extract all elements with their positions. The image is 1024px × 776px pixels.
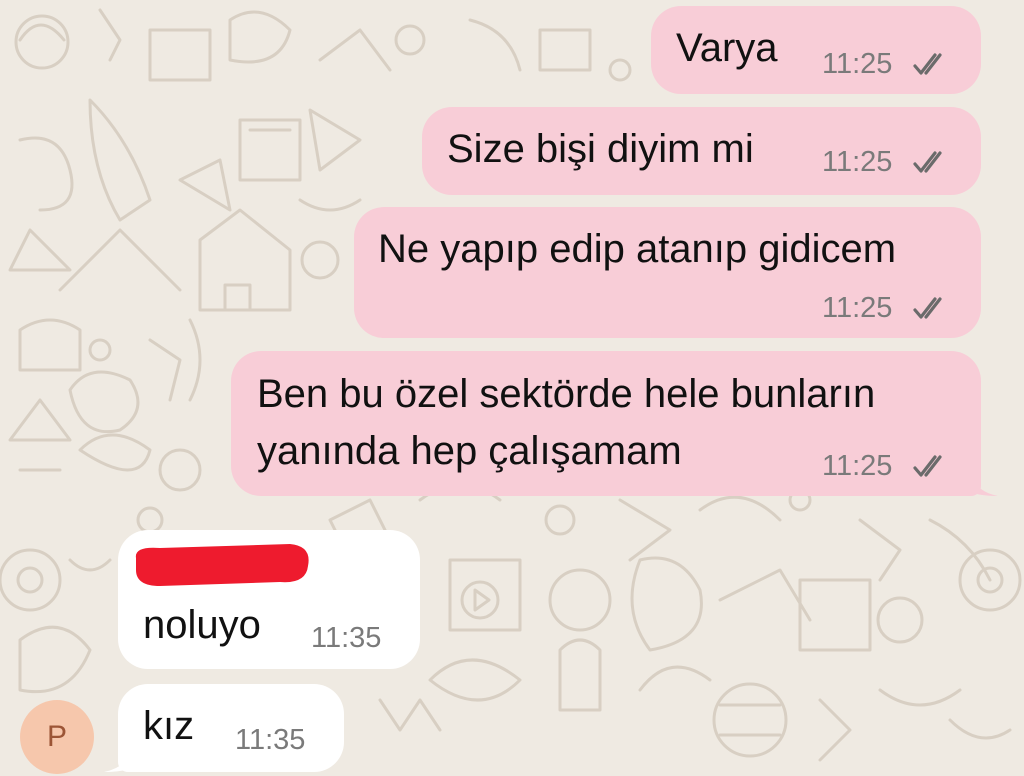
double-check-icon — [913, 297, 942, 319]
double-check-icon — [913, 455, 942, 477]
message-time: 11:35 — [311, 622, 382, 654]
message-text-line: yanında hep çalışamam — [257, 429, 682, 473]
double-check-icon — [913, 151, 942, 173]
bubble-tail — [966, 458, 998, 496]
message-text: noluyo — [143, 603, 261, 647]
message-time: 11:25 — [822, 146, 893, 178]
message-text-line: Ben bu özel sektörde hele bunların — [257, 372, 876, 416]
message-time: 11:25 — [822, 48, 893, 80]
message-text: Ne yapıp edip atanıp gidicem — [378, 227, 897, 271]
double-check-icon — [913, 53, 942, 75]
sender-avatar[interactable]: P — [20, 700, 94, 774]
bubble-tail — [104, 734, 136, 772]
chat-view[interactable]: Varya 11:25 Size bişi diyim mi 11:25 Ne … — [0, 0, 1024, 776]
message-time: 11:25 — [822, 292, 893, 324]
message-text: Varya — [676, 26, 778, 70]
message-time: 11:25 — [822, 450, 893, 482]
message-text: Size bişi diyim mi — [447, 127, 754, 171]
redacted-sender-name — [135, 544, 309, 586]
message-time: 11:35 — [235, 724, 306, 756]
message-text: kız — [143, 704, 195, 748]
